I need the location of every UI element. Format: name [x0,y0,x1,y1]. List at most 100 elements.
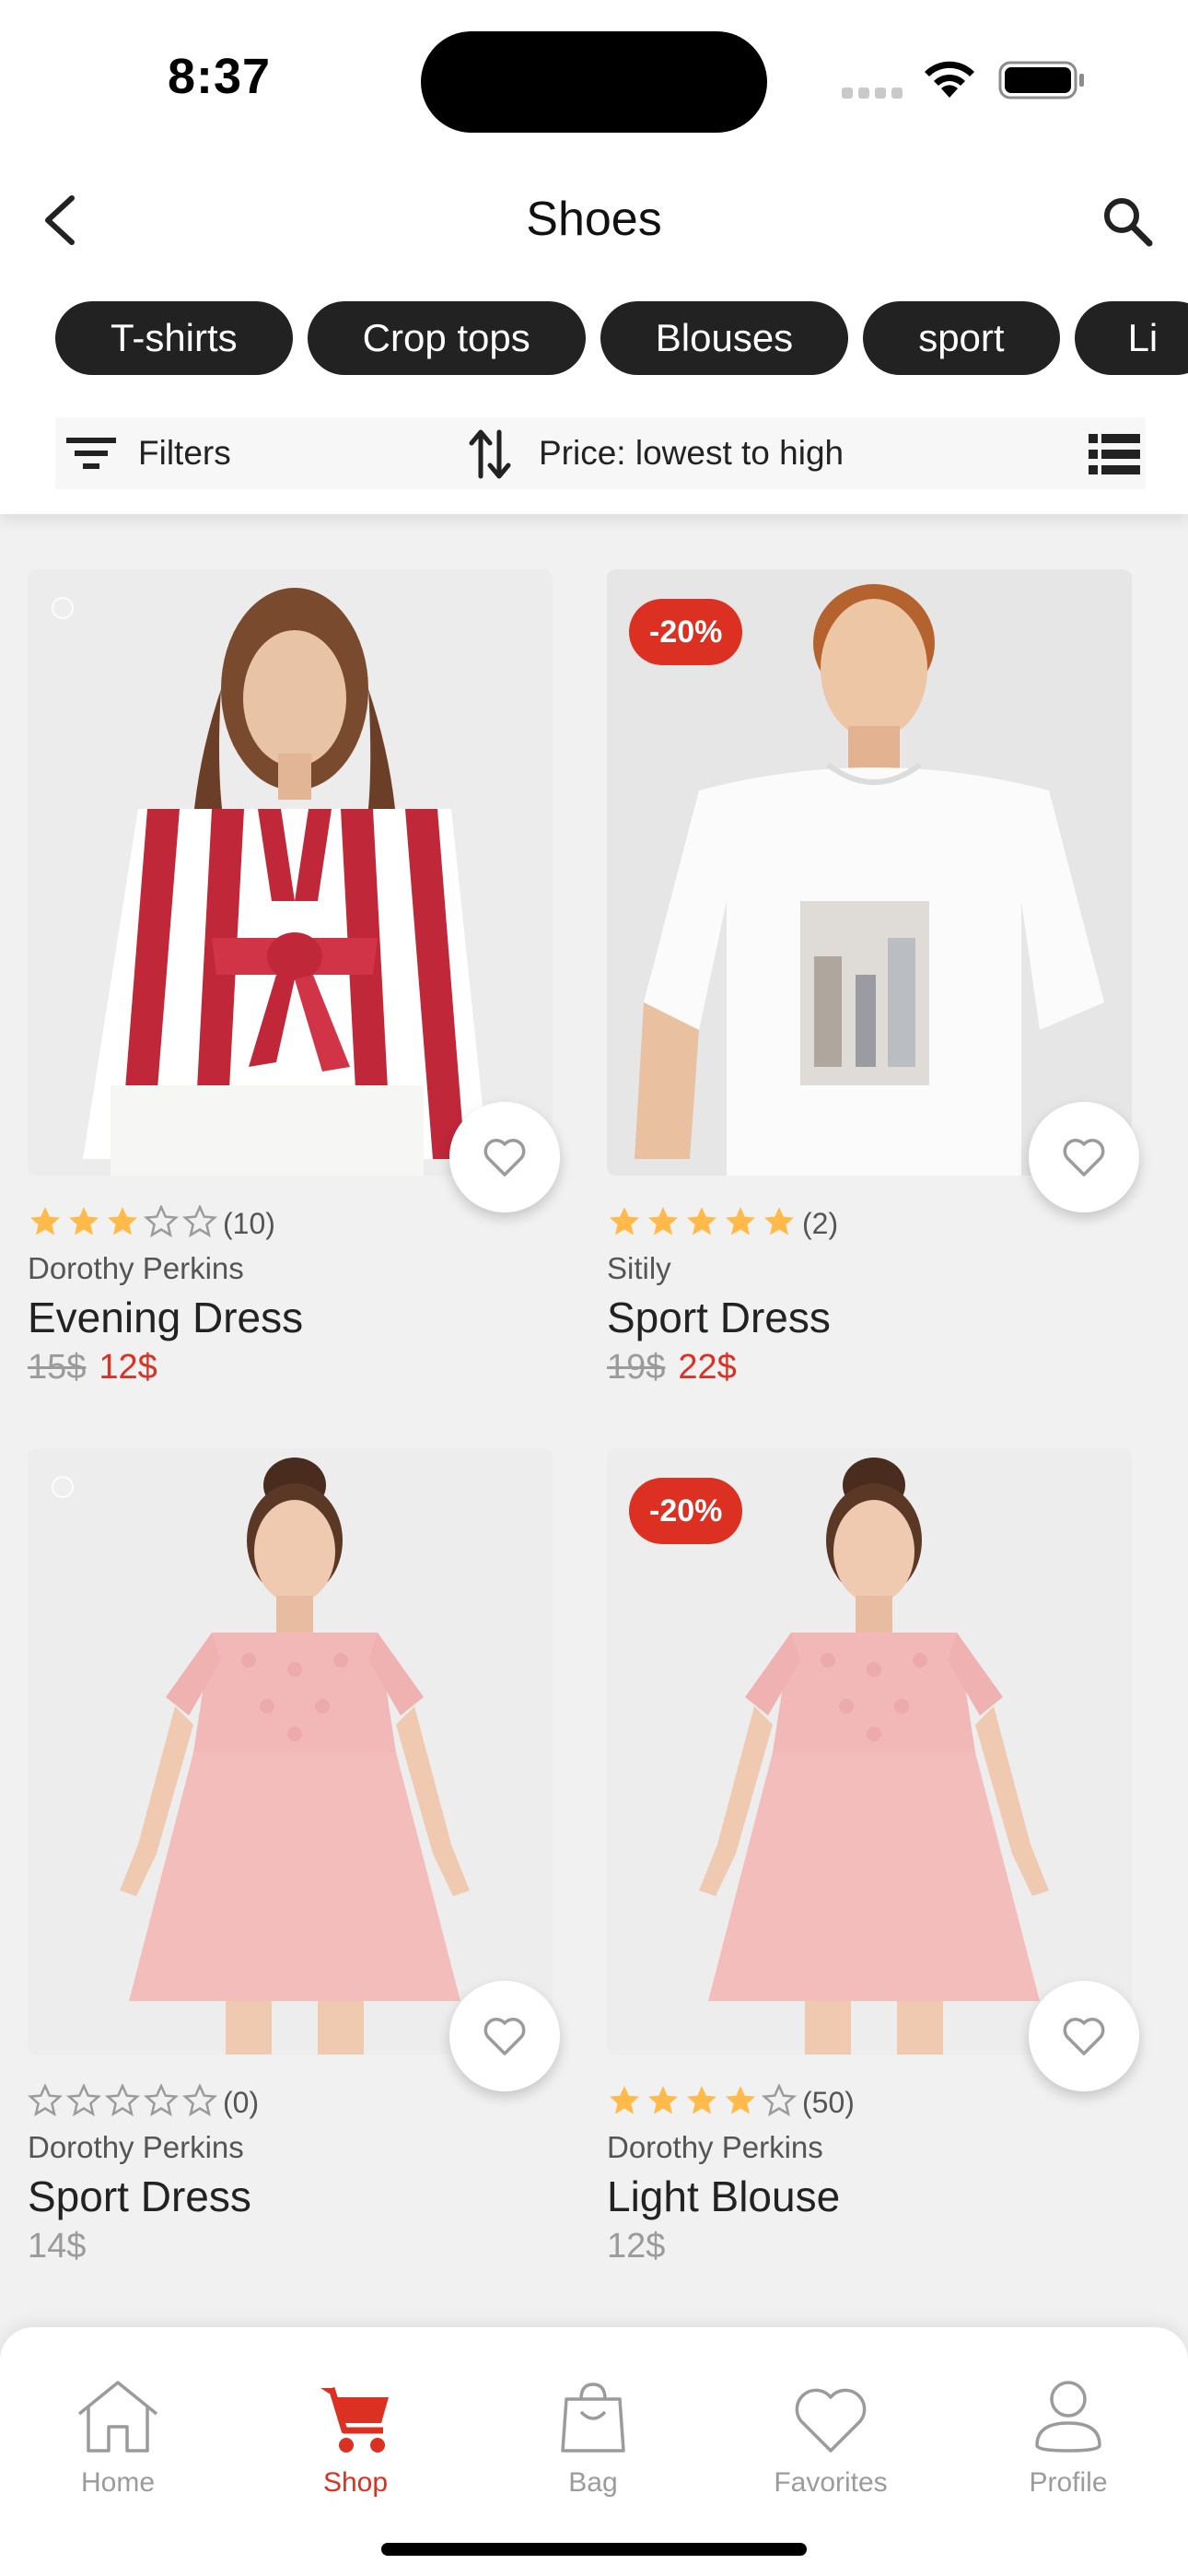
rating-count: (50) [802,2086,855,2119]
chip-t-shirts[interactable]: T-shirts [55,301,293,375]
tab-label: Home [80,2467,156,2498]
tab-label: Favorites [774,2467,888,2498]
filter-bar: Filters Price: lowest to high [55,417,1146,489]
star-empty-icon [181,2082,218,2117]
product-card[interactable]: -20% (50) Dorothy Perkins Light Blouse 1… [607,1448,1139,2277]
star-filled-icon [648,2086,678,2114]
cart-icon [320,2386,389,2453]
favorite-button[interactable] [449,1981,560,2091]
sale-price: 22$ [678,1348,737,1387]
heart-icon [1063,1139,1105,1177]
rating-count: (0) [223,2086,260,2119]
discount-badge: -20% [629,1478,743,1544]
star-empty-icon [761,2082,798,2117]
chip-crop-tops[interactable]: Crop tops [307,301,586,375]
sort-arrows-icon[interactable] [468,427,514,482]
product-image-pink-dress[interactable]: -20% [607,1448,1132,2055]
rating-stars [27,2082,221,2122]
price: 12$ [607,2227,666,2266]
sort-button[interactable]: Price: lowest to high [539,434,844,473]
product-card[interactable]: (0) Dorothy Perkins Sport Dress 14$ [27,1448,560,2277]
bottom-tab-bar: Home Shop Bag Favorites Profile [0,2327,1188,2576]
sale-price: 12$ [99,1348,157,1387]
home-indicator [381,2543,807,2556]
star-rating: (50) [607,2082,855,2122]
brand-name: Sitily [607,1251,671,1285]
star-rating: (10) [28,1203,275,1243]
heart-icon [483,2018,526,2055]
favorite-button[interactable] [1029,1981,1139,2091]
product-name: Light Blouse [607,2172,841,2220]
price: 14$ [28,2227,87,2266]
tab-shop[interactable]: Shop [254,2362,457,2499]
star-empty-icon [181,1203,218,1238]
product-name: Evening Dress [28,1294,304,1341]
product-image-white-tshirt[interactable]: -20% [607,569,1132,1176]
chip-blouses[interactable]: Blouses [600,301,849,375]
tab-home[interactable]: Home [17,2362,219,2499]
battery-icon [998,61,1084,100]
rating-count: (10) [223,1207,275,1240]
brand-name: Dorothy Perkins [28,1251,244,1285]
star-empty-icon [65,2082,102,2117]
tab-label: Bag [568,2467,618,2498]
category-chips: T-shirts Crop tops Blouses sport Li [55,301,1188,375]
new-indicator-dot [52,1476,74,1498]
profile-icon [1035,2381,1101,2453]
chip-partial[interactable]: Li [1074,301,1188,375]
heart-icon [1063,2018,1105,2055]
star-filled-icon [764,1207,794,1235]
filter-icon[interactable] [63,432,118,474]
product-card[interactable]: -20% (2) Sitily Sport Dress 19$ 22$ [607,569,1139,1399]
price-row: 15$ 12$ [28,1348,157,1388]
star-empty-icon [104,2082,141,2117]
status-time: 8:37 [168,49,272,104]
star-filled-icon [30,1207,60,1235]
home-icon [77,2381,158,2453]
rating-stars [607,2082,800,2122]
old-price: 19$ [607,1348,666,1387]
product-name: Sport Dress [607,1294,831,1341]
chip-sport[interactable]: sport [863,301,1060,375]
product-name: Sport Dress [28,2172,251,2220]
wifi-icon [925,61,974,98]
tab-label: Profile [1029,2467,1108,2498]
star-empty-icon [143,1203,180,1238]
search-icon[interactable] [1100,193,1155,249]
filter-area: T-shirts Crop tops Blouses sport Li Filt… [0,279,1188,514]
product-image-striped-blouse[interactable] [28,569,553,1176]
tab-favorites[interactable]: Favorites [729,2362,932,2499]
star-filled-icon [108,1207,137,1235]
dynamic-island [421,31,767,133]
star-filled-icon [648,1207,678,1235]
favorite-button[interactable] [1029,1102,1139,1212]
product-image-pink-dress[interactable] [28,1448,553,2055]
tab-bag[interactable]: Bag [492,2362,694,2499]
cellular-signal-icon [842,88,903,99]
rating-stars [607,1205,800,1243]
star-filled-icon [687,2086,716,2114]
brand-name: Dorothy Perkins [607,2130,823,2164]
star-filled-icon [726,2086,755,2114]
favorite-button[interactable] [449,1102,560,1212]
price-row: 14$ [28,2227,86,2266]
tab-label: Shop [322,2467,389,2498]
star-filled-icon [69,1207,99,1235]
star-empty-icon [27,2082,64,2117]
page-title: Shoes [526,193,662,246]
star-filled-icon [610,2086,639,2114]
filters-button[interactable]: Filters [138,434,231,473]
bag-icon [561,2383,625,2453]
price-row: 19$ 22$ [607,1348,737,1388]
star-filled-icon [610,1207,639,1235]
new-indicator-dot [52,597,74,619]
tab-profile[interactable]: Profile [967,2362,1170,2499]
heart-icon [795,2388,867,2453]
product-card[interactable]: (10) Dorothy Perkins Evening Dress 15$ 1… [28,569,560,1399]
old-price: 15$ [28,1348,87,1387]
list-view-icon[interactable] [1089,434,1140,474]
star-empty-icon [143,2082,180,2117]
brand-name: Dorothy Perkins [28,2130,244,2164]
star-rating: (2) [607,1205,838,1243]
status-bar: 8:37 [0,0,1188,161]
